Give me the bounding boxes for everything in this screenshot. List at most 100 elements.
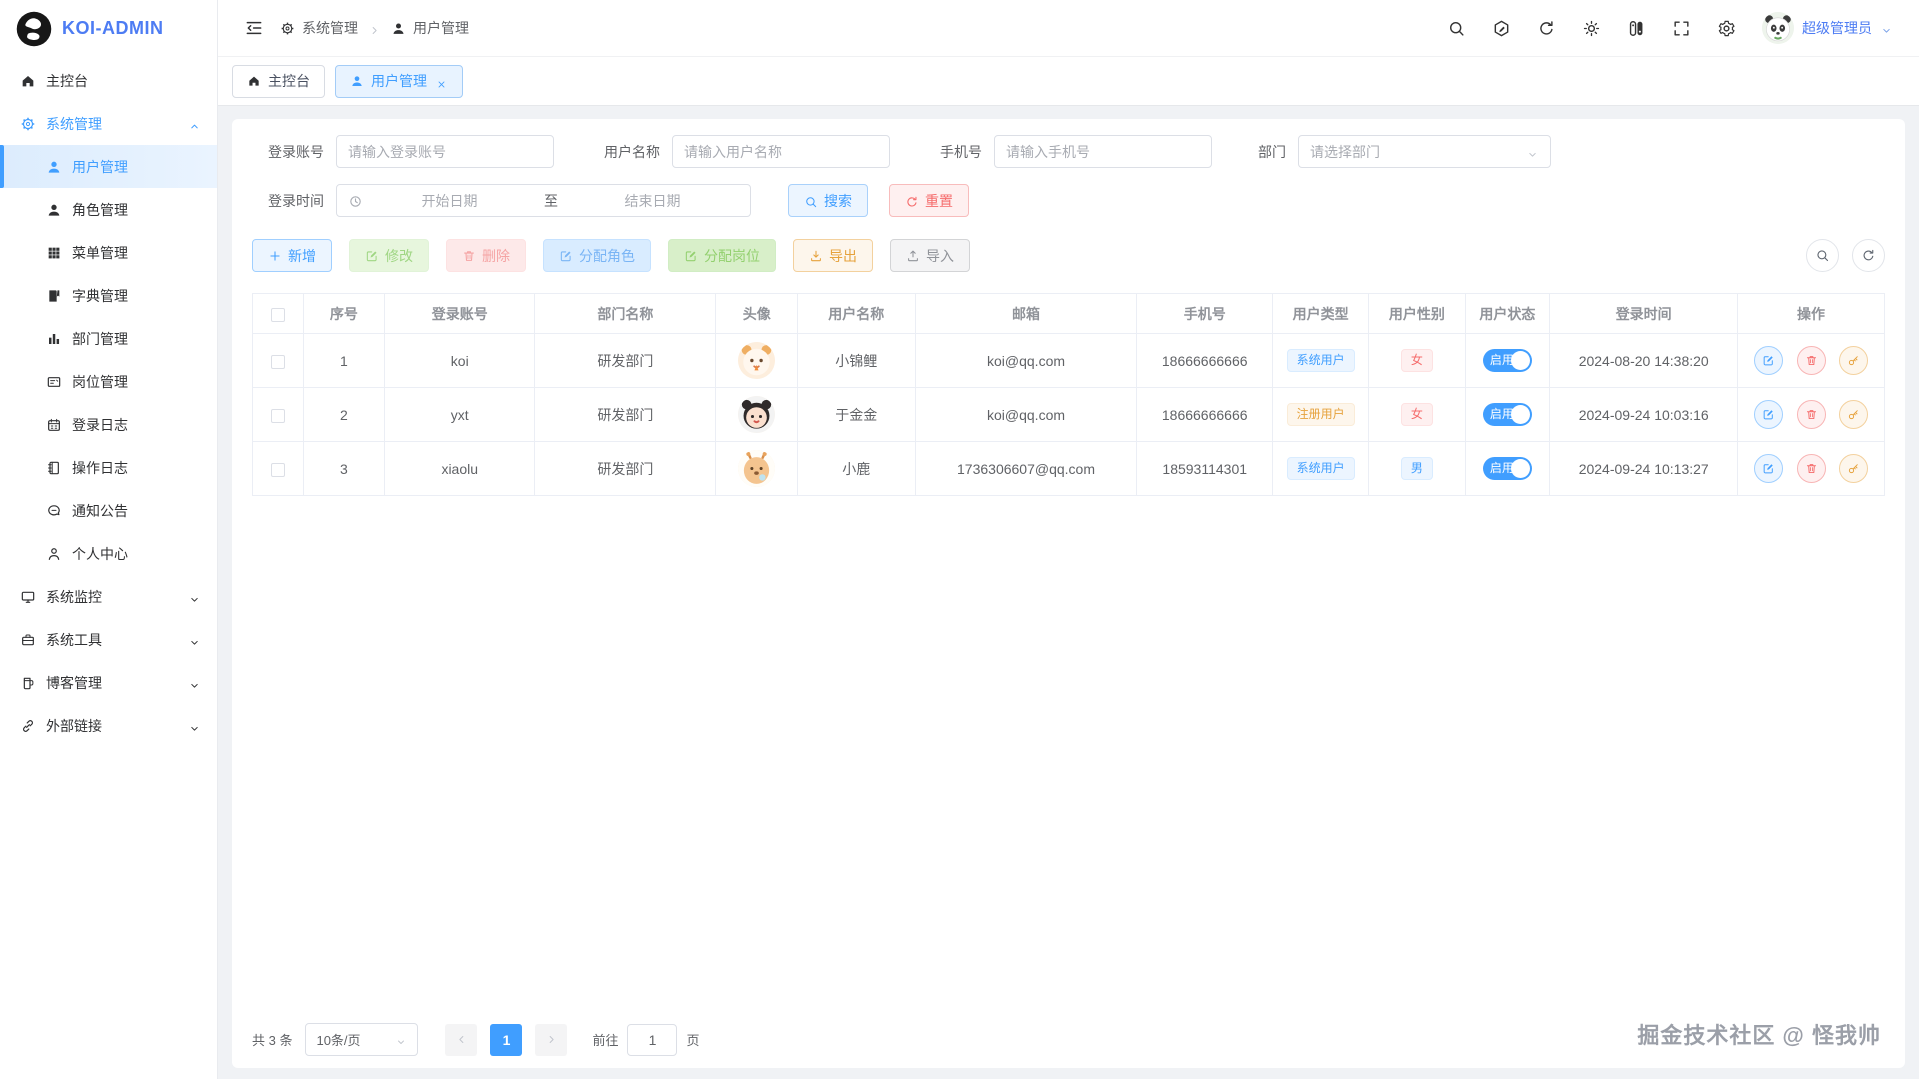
edit-row-button[interactable]: [1754, 454, 1783, 483]
login-account-input[interactable]: [336, 135, 554, 168]
sidebar-item-系统工具[interactable]: 系统工具: [0, 618, 217, 661]
cell-status: 启用: [1465, 442, 1550, 496]
close-icon: [436, 79, 447, 90]
toolbar-button-导出[interactable]: 导出: [793, 239, 873, 272]
toolbar-button-分配岗位[interactable]: 分配岗位: [668, 239, 776, 272]
sidebar-item-菜单管理[interactable]: 菜单管理: [0, 231, 217, 274]
document-edit-button[interactable]: [1492, 19, 1511, 38]
user-menu[interactable]: 超级管理员: [1762, 12, 1893, 44]
toolbar-button-label: 新增: [288, 246, 316, 266]
toolbar-button-分配角色[interactable]: 分配角色: [543, 239, 651, 272]
toolbar-button-新增[interactable]: 新增: [252, 239, 332, 272]
avatar: [1762, 12, 1794, 44]
user-avatar[interactable]: [738, 342, 775, 379]
app-logo[interactable]: KOI-ADMIN: [0, 0, 217, 57]
clock-icon: [348, 194, 363, 209]
status-toggle[interactable]: 启用: [1483, 457, 1532, 480]
date-range-picker[interactable]: 开始日期 至 结束日期: [336, 184, 751, 217]
cell-status: 启用: [1465, 388, 1550, 442]
row-checkbox[interactable]: [271, 355, 285, 369]
breadcrumb-item-users[interactable]: 用户管理: [391, 18, 469, 38]
cell-avatar: [716, 442, 798, 496]
row-checkbox[interactable]: [271, 409, 285, 423]
table-body: 1 koi 研发部门 小锦鲤 koi@qq.com 18666666666 系统…: [253, 334, 1885, 496]
breadcrumb-label: 系统管理: [302, 18, 358, 38]
sidebar-item-label: 岗位管理: [72, 372, 128, 392]
layout-switch-button[interactable]: [1627, 19, 1646, 38]
select-all-header: [253, 294, 304, 334]
filter-row-1: 登录账号 用户名称 手机号 部门 请选择部门: [252, 135, 1885, 168]
sidebar-item-主控台[interactable]: 主控台: [0, 59, 217, 102]
sidebar-item-系统监控[interactable]: 系统监控: [0, 575, 217, 618]
delete-row-button[interactable]: [1797, 400, 1826, 429]
sun-button[interactable]: [1582, 19, 1601, 38]
user-name-input[interactable]: [672, 135, 890, 168]
column-header: 用户名称: [798, 294, 916, 334]
edit-row-button[interactable]: [1754, 400, 1783, 429]
next-page-button[interactable]: [535, 1024, 567, 1056]
user-icon: [46, 202, 62, 218]
sidebar-item-系统管理[interactable]: 系统管理: [0, 102, 217, 145]
sidebar-item-label: 角色管理: [72, 200, 128, 220]
select-all-checkbox[interactable]: [271, 308, 285, 322]
prev-page-button[interactable]: [445, 1024, 477, 1056]
sun-icon: [1582, 19, 1601, 38]
table-search-toggle-button[interactable]: [1806, 239, 1839, 272]
tab-主控台[interactable]: 主控台: [232, 65, 325, 98]
sidebar-item-博客管理[interactable]: 博客管理: [0, 661, 217, 704]
row-select-cell: [253, 334, 304, 388]
user-avatar[interactable]: [738, 396, 775, 433]
home-icon: [20, 73, 36, 89]
chevright-icon: [545, 1033, 558, 1046]
document-edit-icon: [1492, 19, 1511, 38]
delete-row-button[interactable]: [1797, 346, 1826, 375]
sidebar-item-岗位管理[interactable]: 岗位管理: [0, 360, 217, 403]
toolbar-button-导入[interactable]: 导入: [890, 239, 970, 272]
user-type-tag: 系统用户: [1287, 349, 1355, 373]
phone-input[interactable]: [994, 135, 1212, 168]
reset-button[interactable]: 重置: [889, 184, 969, 217]
toolbar-button-修改[interactable]: 修改: [349, 239, 429, 272]
toolbar-button-删除[interactable]: 删除: [446, 239, 526, 272]
cell-account: koi: [385, 334, 535, 388]
trash-icon: [1805, 354, 1818, 367]
sidebar-item-外部链接[interactable]: 外部链接: [0, 704, 217, 747]
table-refresh-button[interactable]: [1852, 239, 1885, 272]
row-checkbox[interactable]: [271, 463, 285, 477]
reset-password-button[interactable]: [1839, 454, 1868, 483]
sidebar-collapse-icon[interactable]: [244, 18, 264, 38]
column-header: 登录账号: [385, 294, 535, 334]
sidebar-item-部门管理[interactable]: 部门管理: [0, 317, 217, 360]
sidebar-item-通知公告[interactable]: 通知公告: [0, 489, 217, 532]
search-button[interactable]: [1447, 19, 1466, 38]
sidebar-item-用户管理[interactable]: 用户管理: [0, 145, 217, 188]
sidebar-item-角色管理[interactable]: 角色管理: [0, 188, 217, 231]
tab-用户管理[interactable]: 用户管理: [335, 65, 463, 98]
toolbar-button-label: 导出: [829, 246, 857, 266]
sidebar-item-操作日志[interactable]: 操作日志: [0, 446, 217, 489]
status-toggle[interactable]: 启用: [1483, 403, 1532, 426]
page-size-select[interactable]: 10条/页: [305, 1023, 418, 1056]
close-icon[interactable]: [436, 75, 448, 87]
fullscreen-button[interactable]: [1672, 19, 1691, 38]
sidebar-item-字典管理[interactable]: 字典管理: [0, 274, 217, 317]
sidebar-item-个人中心[interactable]: 个人中心: [0, 532, 217, 575]
reset-password-button[interactable]: [1839, 400, 1868, 429]
department-select[interactable]: 请选择部门: [1298, 135, 1551, 168]
edit-row-button[interactable]: [1754, 346, 1783, 375]
user-avatar[interactable]: [738, 450, 775, 487]
sidebar-item-登录日志[interactable]: 登录日志: [0, 403, 217, 446]
trash-icon: [1805, 462, 1818, 475]
status-toggle[interactable]: 启用: [1483, 349, 1532, 372]
user-icon: [350, 74, 364, 88]
cell-type: 系统用户: [1272, 334, 1368, 388]
refresh-button[interactable]: [1537, 19, 1556, 38]
delete-row-button[interactable]: [1797, 454, 1826, 483]
goto-page-input[interactable]: [627, 1024, 677, 1056]
breadcrumb-item-system[interactable]: 系统管理: [280, 18, 358, 38]
current-page-button[interactable]: 1: [490, 1024, 522, 1056]
reset-password-button[interactable]: [1839, 346, 1868, 375]
settings-button[interactable]: [1717, 19, 1736, 38]
total-count: 共 3 条: [252, 1030, 292, 1049]
search-button[interactable]: 搜索: [788, 184, 868, 217]
